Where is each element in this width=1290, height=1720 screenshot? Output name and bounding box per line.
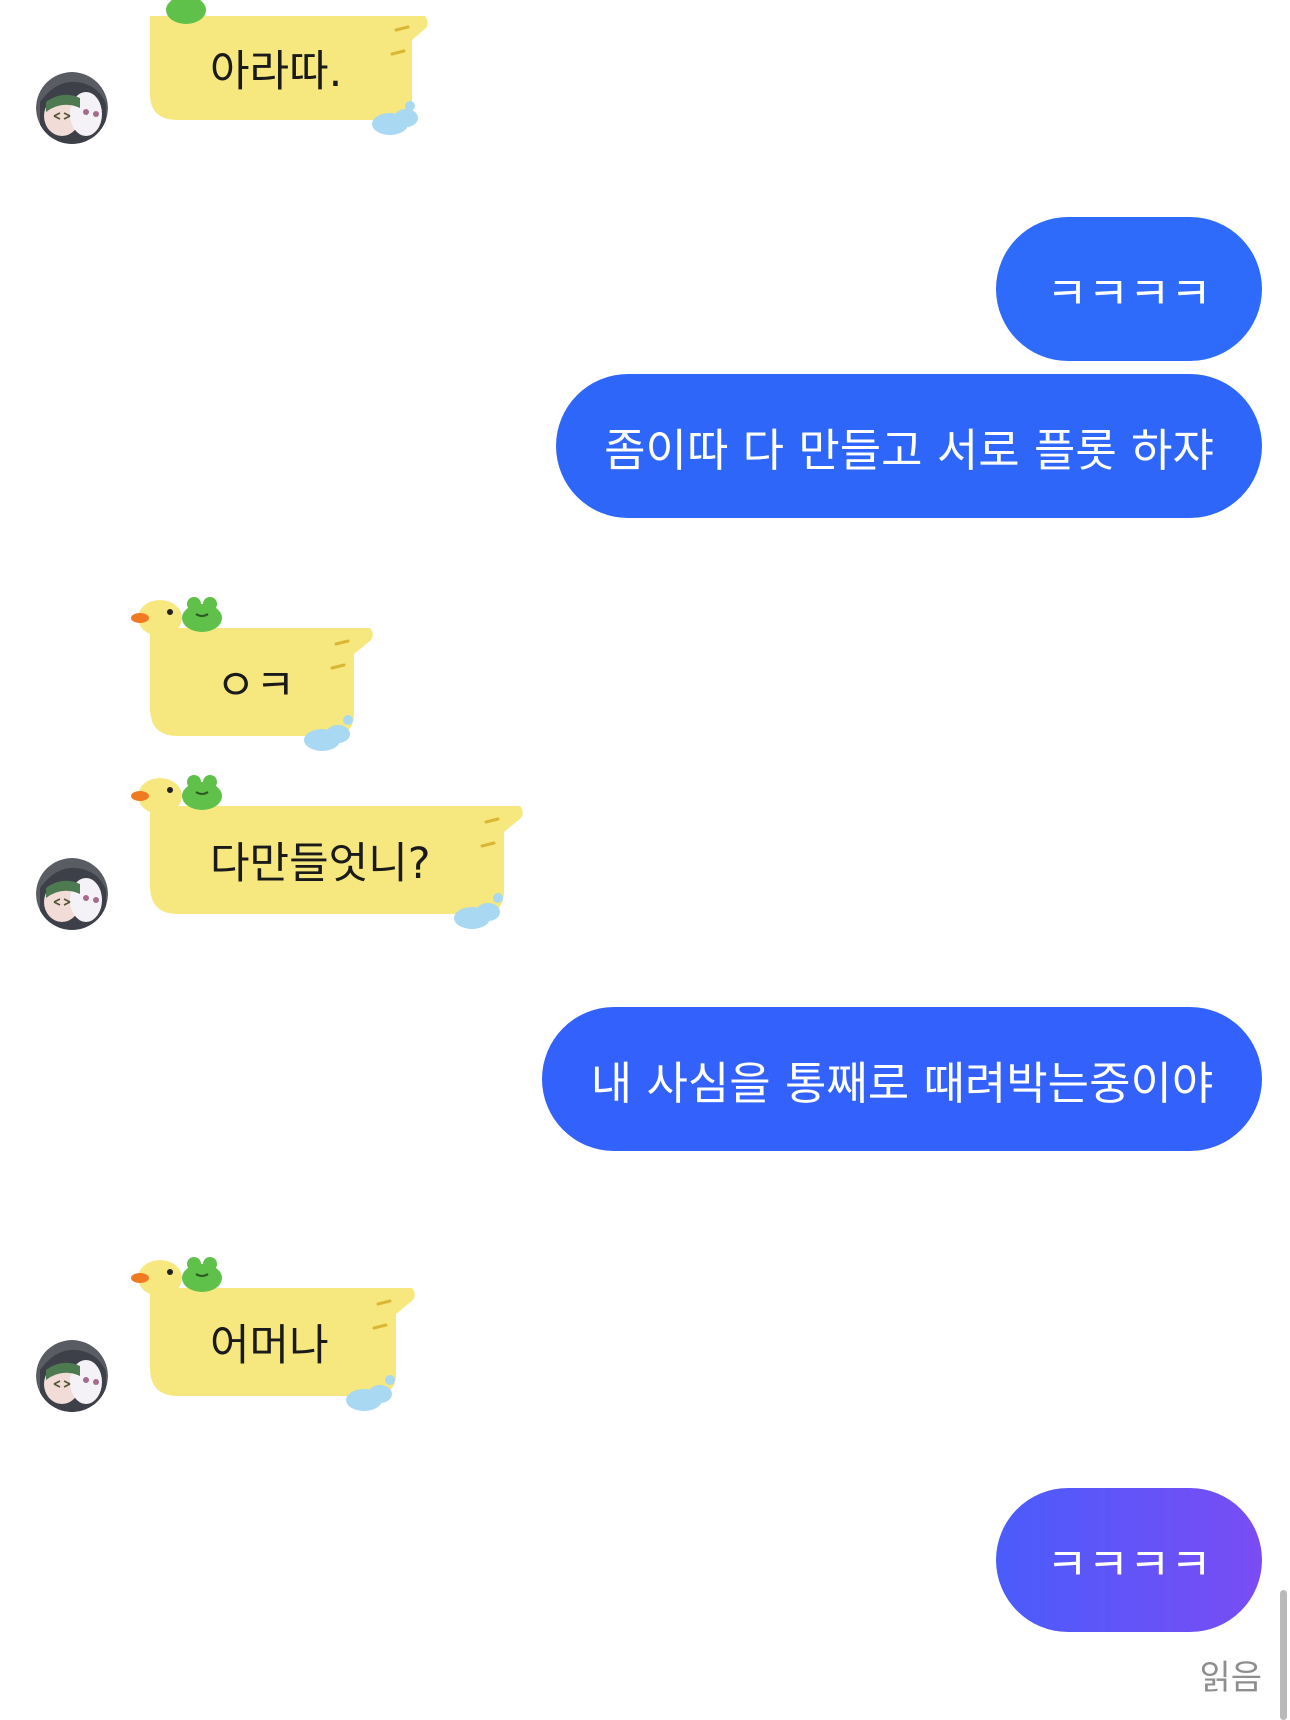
message-text: 내 사심을 통째로 때려박는중이야 [590, 1056, 1214, 1110]
message-text: 어머나 [210, 1321, 329, 1371]
message-text: ㅋㅋㅋㅋ [1046, 1537, 1212, 1591]
friend-message-bubble[interactable]: ㅇㅋ [130, 588, 380, 758]
message-text: 좀이따 다 만들고 서로 플롯 하쟈 [604, 423, 1214, 477]
friend-message-bubble[interactable]: 어머나 [130, 1248, 430, 1418]
friend-avatar[interactable] [36, 858, 108, 930]
avatar-image [36, 72, 108, 144]
my-message-bubble[interactable]: ㅋㅋㅋㅋ [996, 217, 1262, 361]
frog-icon [182, 775, 222, 810]
duck-head-icon [131, 1260, 182, 1296]
my-message-bubble[interactable]: ㅋㅋㅋㅋ [996, 1488, 1262, 1632]
message-text: ㅋㅋㅋㅋ [1046, 266, 1212, 320]
frog-icon [182, 597, 222, 632]
avatar-image [36, 1340, 108, 1412]
scrollbar[interactable] [1280, 1590, 1287, 1720]
my-message-bubble[interactable]: 내 사심을 통째로 때려박는중이야 [542, 1007, 1262, 1151]
friend-message-bubble[interactable]: 다만들엇니? [130, 766, 530, 936]
message-text: 아라따. [210, 47, 343, 97]
frog-icon [182, 1257, 222, 1292]
message-text: 다만들엇니? [210, 839, 431, 889]
friend-avatar[interactable] [36, 1340, 108, 1412]
friend-avatar[interactable] [36, 72, 108, 144]
message-text: ㅇㅋ [216, 661, 296, 711]
my-message-bubble[interactable]: 좀이따 다 만들고 서로 플롯 하쟈 [556, 374, 1262, 518]
duck-head-icon [131, 778, 182, 814]
friend-message-bubble[interactable]: 아라따. [130, 0, 430, 142]
avatar-image [36, 858, 108, 930]
duck-head-icon [131, 600, 182, 636]
read-receipt: 읽음 [1199, 1658, 1262, 1698]
